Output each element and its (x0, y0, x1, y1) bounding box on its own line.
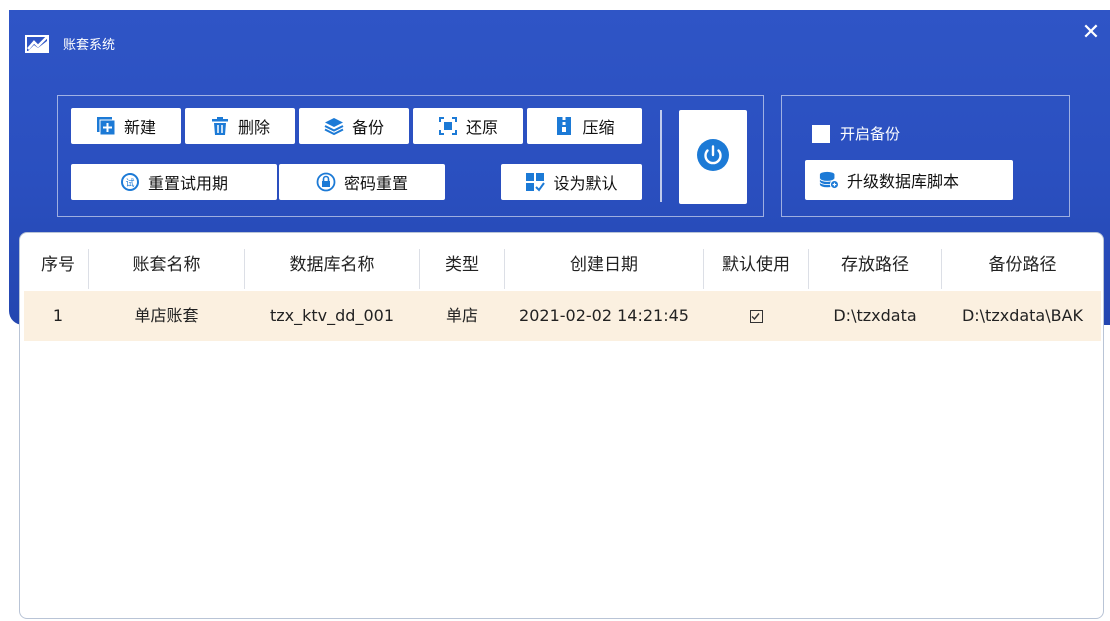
backup-button[interactable]: 备份 (299, 108, 409, 144)
compress-button[interactable]: 压缩 (527, 108, 642, 144)
table-header: 序号 账套名称 数据库名称 类型 创建日期 默认使用 存放路径 备份路径 (20, 239, 1103, 291)
cell-created: 2021-02-02 14:21:45 (519, 306, 689, 325)
delete-button[interactable]: 删除 (185, 108, 295, 144)
backup-label: 备份 (351, 118, 384, 137)
column-header-db-name[interactable]: 数据库名称 (245, 239, 419, 291)
close-button[interactable]: ✕ (1076, 18, 1106, 48)
restore-label: 还原 (465, 118, 498, 137)
cell-db-name: tzx_ktv_dd_001 (270, 306, 394, 325)
account-table: 序号 账套名称 数据库名称 类型 创建日期 默认使用 存放路径 备份路径 1 单… (19, 232, 1104, 619)
column-header-backup-path[interactable]: 备份路径 (942, 239, 1103, 291)
set-default-icon (525, 172, 546, 192)
enable-backup-label: 开启备份 (840, 125, 901, 143)
compress-label: 压缩 (582, 118, 615, 137)
cell-storage-path: D:\tzxdata (833, 306, 917, 325)
power-button[interactable] (679, 110, 747, 204)
toolbar-divider (660, 110, 662, 202)
reset-password-label: 密码重置 (343, 174, 408, 193)
delete-label: 删除 (237, 118, 270, 137)
cell-default (704, 291, 808, 341)
new-label: 新建 (123, 118, 156, 137)
reset-trial-button[interactable]: 试 重置试用期 (71, 164, 277, 200)
window-title: 账套系统 (63, 38, 116, 53)
column-header-storage-path[interactable]: 存放路径 (809, 239, 941, 291)
lock-icon (316, 172, 336, 192)
set-default-button[interactable]: 设为默认 (501, 164, 642, 200)
new-icon (96, 116, 116, 136)
restore-button[interactable]: 还原 (413, 108, 523, 144)
column-header-name[interactable]: 账套名称 (89, 239, 244, 291)
cell-index: 1 (52, 306, 64, 325)
chart-logo-icon (25, 33, 53, 53)
table-row[interactable]: 1 单店账套 tzx_ktv_dd_001 单店 2021-02-02 14:2… (24, 291, 1101, 341)
set-default-label: 设为默认 (553, 174, 618, 193)
account-set-dialog: 账套系统 ✕ 新建 删除 备份 还原 压缩 试 重置试用期 密码重置 设为默认 … (9, 10, 1110, 621)
enable-backup-checkbox[interactable] (812, 124, 830, 143)
trash-icon (210, 116, 230, 136)
title-bar: 账套系统 ✕ (9, 10, 1110, 70)
default-checkbox[interactable] (749, 310, 763, 323)
column-header-type[interactable]: 类型 (420, 239, 504, 291)
database-icon (819, 170, 839, 190)
trial-icon: 试 (120, 172, 140, 192)
upgrade-script-button[interactable]: 升级数据库脚本 (805, 160, 1013, 200)
reset-trial-label: 重置试用期 (147, 174, 228, 193)
close-icon: ✕ (1081, 20, 1101, 45)
cell-name: 单店账套 (134, 306, 199, 325)
new-button[interactable]: 新建 (71, 108, 181, 144)
column-header-default[interactable]: 默认使用 (704, 239, 808, 291)
enable-backup-option[interactable]: 开启备份 (812, 123, 900, 144)
restore-icon (438, 116, 458, 136)
column-header-index[interactable]: 序号 (28, 239, 88, 291)
svg-text:试: 试 (125, 177, 134, 189)
upgrade-script-label: 升级数据库脚本 (847, 172, 960, 191)
column-header-created[interactable]: 创建日期 (505, 239, 703, 291)
layers-icon (324, 116, 344, 136)
cell-type: 单店 (445, 306, 478, 325)
top-clipped-strip (0, 0, 1110, 10)
cell-backup-path: D:\tzxdata\BAK (961, 306, 1084, 325)
archive-icon (554, 116, 574, 136)
reset-password-button[interactable]: 密码重置 (279, 164, 445, 200)
power-icon (696, 138, 730, 176)
